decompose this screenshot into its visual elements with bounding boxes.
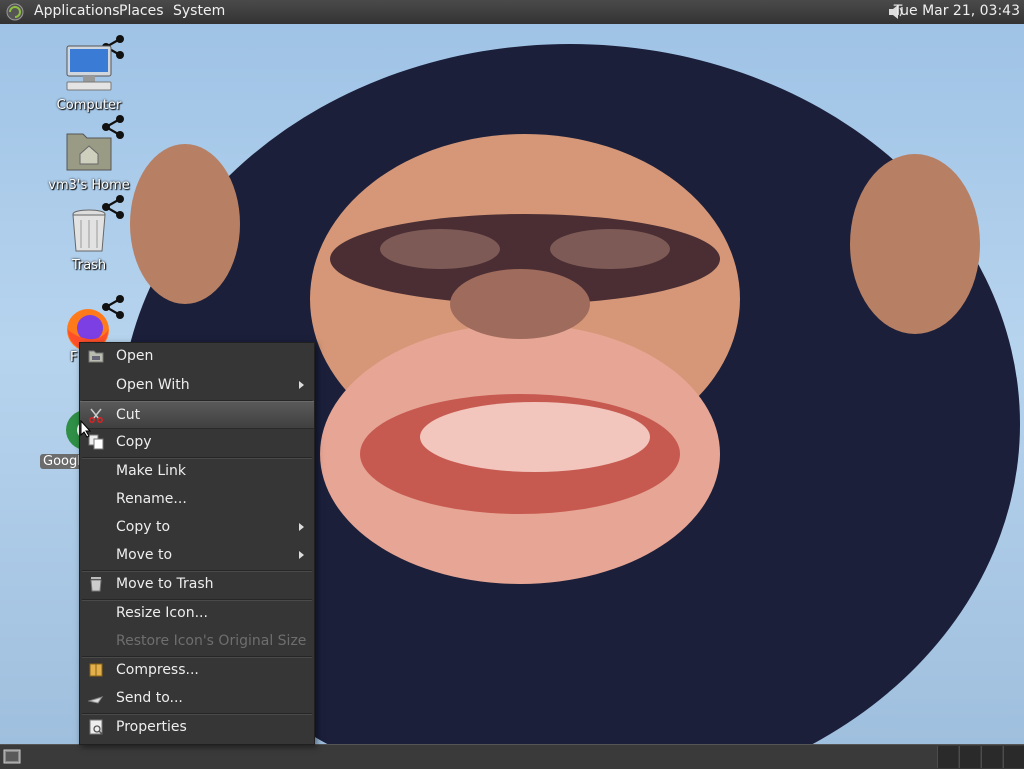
- top-panel: Applications Places System Tue Mar 21, 0…: [0, 0, 1024, 24]
- show-desktop-icon[interactable]: [3, 749, 21, 764]
- desktop-icon-computer[interactable]: Computer: [44, 44, 134, 113]
- menu-item-resize-icon[interactable]: Resize Icon...: [80, 600, 314, 626]
- menu-system[interactable]: System: [173, 3, 225, 19]
- menu-item-label: Make Link: [116, 463, 186, 479]
- menu-item-label: Cut: [116, 407, 141, 423]
- archive-icon: [89, 663, 103, 677]
- trash-icon: [72, 209, 106, 252]
- menu-item-label: Open With: [116, 377, 190, 393]
- submenu-arrow-icon: [299, 551, 304, 559]
- submenu-arrow-icon: [299, 523, 304, 531]
- menu-item-label: Move to Trash: [116, 576, 214, 592]
- clock[interactable]: Tue Mar 21, 03:43: [894, 3, 1020, 19]
- workspace-1[interactable]: [937, 746, 958, 768]
- menu-item-copy[interactable]: Copy: [80, 429, 314, 455]
- desktop-icon-chrome[interactable]: Google: [20, 408, 106, 469]
- home-folder-icon: [66, 133, 112, 171]
- desktop-icon-label: F: [70, 350, 78, 365]
- menu-item-properties[interactable]: Properties: [80, 714, 314, 740]
- menu-item-label: Copy: [116, 434, 152, 450]
- mouse-cursor-icon: [80, 420, 92, 438]
- desktop-icon-trash[interactable]: Trash: [44, 206, 134, 273]
- menu-item-label: Send to...: [116, 690, 183, 706]
- menu-item-rename[interactable]: Rename...: [80, 486, 314, 512]
- distro-logo-icon[interactable]: [6, 3, 24, 21]
- menu-item-move-to[interactable]: Move to: [80, 542, 314, 568]
- workspace-4[interactable]: [1003, 746, 1024, 768]
- send-icon: [88, 696, 104, 704]
- context-menu: Open Open With Cut Copy Make Link Rename…: [79, 342, 315, 745]
- menu-item-label: Copy to: [116, 519, 171, 535]
- desktop-icon-label: Trash: [71, 258, 107, 273]
- menu-item-label: Restore Icon's Original Size: [116, 633, 307, 649]
- menu-item-move-to-trash[interactable]: Move to Trash: [80, 571, 314, 597]
- menu-item-label: Resize Icon...: [116, 605, 208, 621]
- menu-item-compress[interactable]: Compress...: [80, 657, 314, 683]
- menu-applications[interactable]: Applications: [34, 3, 120, 19]
- properties-icon: [89, 719, 103, 735]
- workspace-2[interactable]: [959, 746, 980, 768]
- menu-item-open-with[interactable]: Open With: [80, 372, 314, 398]
- menu-item-label: Move to: [116, 547, 173, 563]
- menu-item-copy-to[interactable]: Copy to: [80, 514, 314, 540]
- menu-item-cut[interactable]: Cut: [80, 401, 314, 429]
- menu-places[interactable]: Places: [119, 3, 164, 19]
- bottom-panel: [0, 744, 1024, 769]
- submenu-arrow-icon: [299, 381, 304, 389]
- menu-item-make-link[interactable]: Make Link: [80, 458, 314, 484]
- menu-item-label: Rename...: [116, 491, 187, 507]
- desktop-icon-firefox[interactable]: F: [20, 306, 109, 365]
- menu-item-restore-icon-size: Restore Icon's Original Size: [80, 628, 314, 654]
- desktop-icon-home[interactable]: vm3's Home: [44, 126, 134, 193]
- folder-open-icon: [88, 350, 104, 363]
- desktop-icon-label: vm3's Home: [48, 178, 130, 193]
- menu-item-send-to[interactable]: Send to...: [80, 685, 314, 711]
- desktop-icon-label: Computer: [56, 98, 122, 113]
- menu-item-label: Properties: [116, 719, 187, 735]
- menu-item-open[interactable]: Open: [80, 343, 314, 369]
- menu-item-label: Compress...: [116, 662, 199, 678]
- workspace-3[interactable]: [981, 746, 1002, 768]
- trash-icon: [90, 577, 102, 592]
- menu-item-label: Open: [116, 348, 154, 364]
- computer-icon: [66, 45, 112, 91]
